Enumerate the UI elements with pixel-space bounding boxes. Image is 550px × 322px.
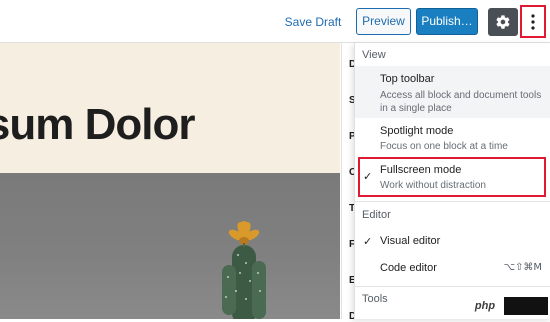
more-options-menu: View Top toolbar Access all block and do…	[354, 43, 550, 319]
watermark-logo: php	[468, 297, 502, 315]
menu-item-description: Access all block and document tools in a…	[380, 90, 542, 114]
watermark-bar	[504, 297, 548, 315]
checkmark-icon: ✓	[363, 235, 373, 248]
menu-item-title: Top toolbar	[380, 73, 435, 85]
menu-item-title: Visual editor	[380, 235, 441, 247]
menu-separator	[355, 201, 550, 202]
menu-group-editor-label: Editor	[362, 209, 391, 221]
menu-item-code-editor[interactable]: Code editor ⌥⇧⌘M	[355, 255, 550, 281]
editor-header: Save Draft Preview Publish…	[0, 0, 550, 43]
menu-item-spotlight-mode[interactable]: Spotlight mode Focus on one block at a t…	[355, 118, 550, 156]
menu-item-description: Focus on one block at a time	[380, 141, 508, 152]
menu-group-view-label: View	[362, 49, 386, 61]
menu-item-description: Work without distraction	[380, 180, 486, 191]
editor-canvas: psum Dolor	[0, 43, 340, 319]
watermark: php	[468, 296, 548, 316]
keyboard-shortcut: ⌥⇧⌘M	[503, 262, 542, 273]
more-options-button[interactable]	[520, 5, 546, 38]
menu-group-tools-label: Tools	[362, 293, 388, 305]
post-heading[interactable]: psum Dolor	[0, 99, 195, 151]
image-block[interactable]	[0, 173, 340, 319]
menu-item-title: Code editor	[380, 262, 437, 274]
menu-item-top-toolbar[interactable]: Top toolbar Access all block and documen…	[355, 66, 550, 118]
menu-item-title: Fullscreen mode	[380, 164, 462, 176]
cover-block[interactable]: psum Dolor	[0, 43, 340, 173]
publish-button[interactable]: Publish…	[416, 8, 478, 35]
settings-button[interactable]	[488, 8, 518, 36]
preview-button[interactable]: Preview	[356, 8, 411, 35]
save-draft-button[interactable]: Save Draft	[282, 9, 344, 35]
menu-separator	[355, 286, 550, 287]
gear-icon	[496, 15, 510, 29]
checkmark-icon: ✓	[363, 170, 373, 183]
vertical-ellipsis-icon	[531, 13, 535, 30]
menu-item-visual-editor[interactable]: ✓ Visual editor	[355, 228, 550, 254]
menu-item-title: Spotlight mode	[380, 125, 454, 137]
cactus-image	[222, 221, 266, 319]
menu-item-fullscreen-mode[interactable]: ✓ Fullscreen mode Work without distracti…	[355, 157, 550, 197]
